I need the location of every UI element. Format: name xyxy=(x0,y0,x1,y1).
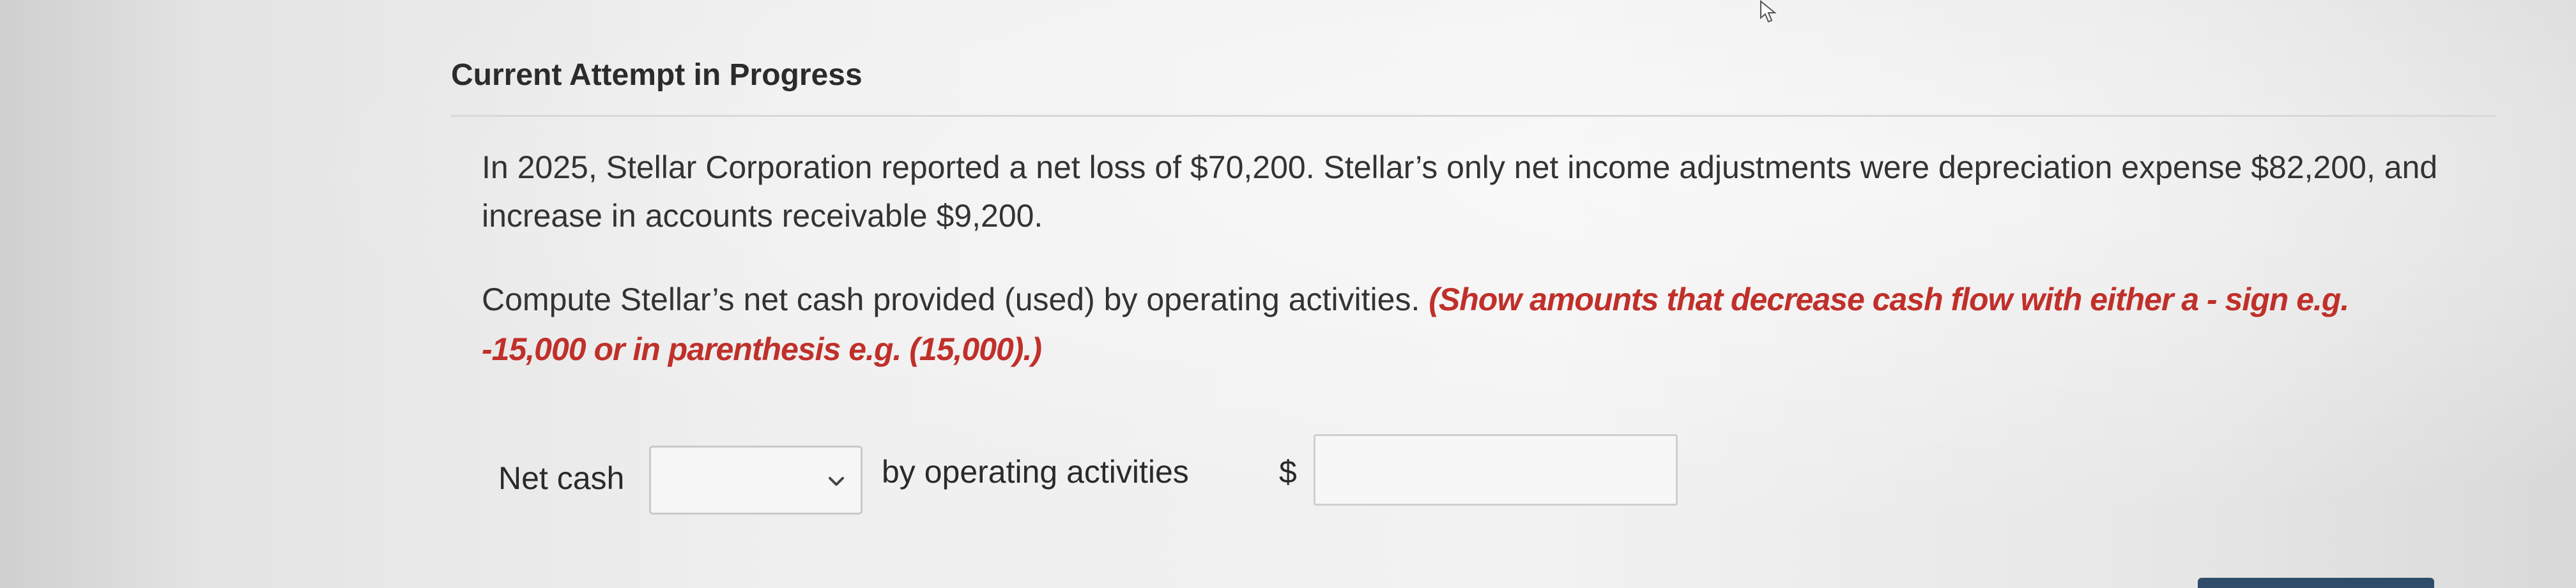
provided-used-select[interactable] xyxy=(649,446,862,515)
header-divider xyxy=(451,115,2496,117)
amount-input[interactable] xyxy=(1314,434,1678,506)
submit-button-edge[interactable] xyxy=(2198,578,2434,588)
by-operating-activities-label: by operating activities xyxy=(882,454,1189,490)
question-text: In 2025, Stellar Corporation reported a … xyxy=(482,149,2438,234)
mouse-cursor-icon xyxy=(1760,0,1777,23)
page-title: Current Attempt in Progress xyxy=(451,58,862,92)
chevron-down-icon xyxy=(829,477,844,486)
instruction-paragraph: Compute Stellar’s net cash provided (use… xyxy=(482,275,2430,374)
net-cash-label: Net cash xyxy=(498,460,625,496)
currency-symbol: $ xyxy=(1279,454,1297,490)
question-page: Current Attempt in Progress In 2025, Ste… xyxy=(0,0,2576,588)
instruction-text: Compute Stellar’s net cash provided (use… xyxy=(482,282,1429,317)
